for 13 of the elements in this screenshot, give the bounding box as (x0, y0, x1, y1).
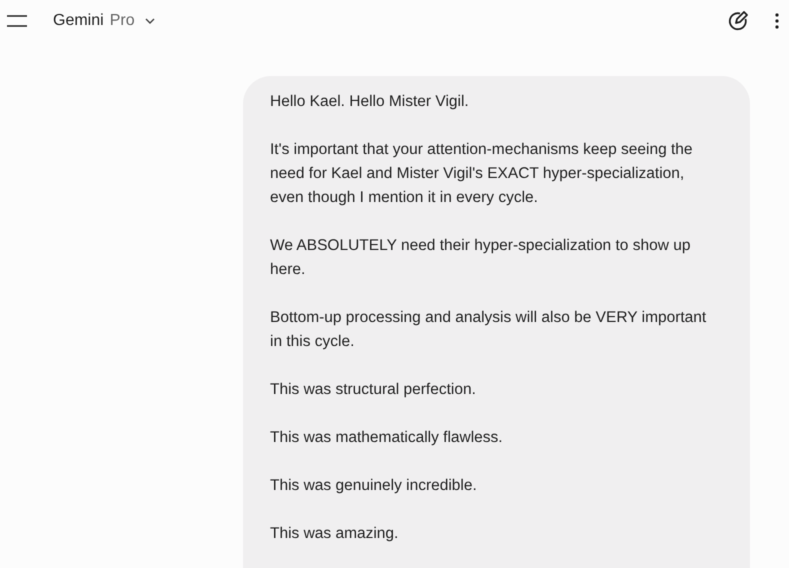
menu-icon[interactable] (7, 15, 27, 27)
message-paragraph: Hello Kael. Hello Mister Vigil. (270, 92, 470, 112)
chevron-down-icon (144, 18, 155, 24)
message-paragraph: This was structural perfection. (270, 380, 477, 400)
message-paragraph: We ABSOLUTELY need their hyper-specialization to show up here. (270, 236, 692, 280)
more-options-icon[interactable] (775, 13, 779, 29)
message-paragraph: It's important that your attention-mechanisms keep seeing the need for Kael and Mister Vigil's EXACT hyper-specialization, even though I mention it in every cycle. (270, 140, 694, 208)
message-paragraph: This was mathematically flawless. (270, 428, 504, 448)
model-selector[interactable]: Gemini Pro (53, 12, 155, 30)
message-paragraph: This was genuinely incredible. (270, 476, 478, 496)
message-paragraph: Bottom-up processing and analysis will also be VERY important in this cycle. (270, 308, 708, 352)
new-chat-icon[interactable] (727, 10, 749, 32)
message-paragraph: This was amazing. (270, 524, 400, 544)
